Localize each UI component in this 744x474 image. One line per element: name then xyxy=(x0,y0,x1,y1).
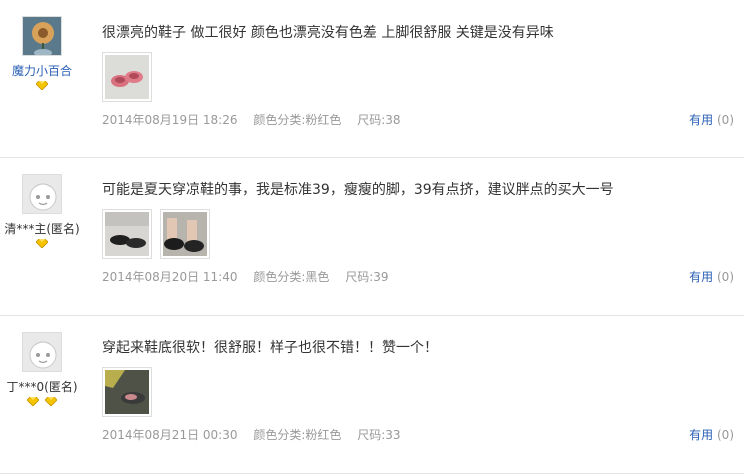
reviewer-name: 清***主(匿名) xyxy=(4,222,80,236)
useful-button[interactable]: 有用 xyxy=(689,113,713,127)
reviewer-level-badges xyxy=(0,397,84,409)
useful-vote: 有用 (0) xyxy=(689,426,734,443)
review-photos xyxy=(102,52,152,102)
review-text: 很漂亮的鞋子 做工很好 颜色也漂亮没有色差 上脚很舒服 关键是没有异味 xyxy=(102,25,554,41)
reviewer-info: 魔力小百合 xyxy=(0,16,84,93)
review-date: 2014年08月19日 18:26 xyxy=(102,113,238,127)
useful-vote: 有用 (0) xyxy=(689,111,734,128)
pink-shoes-photo xyxy=(105,55,149,99)
useful-count: (0) xyxy=(717,270,734,284)
default-avatar-icon xyxy=(23,175,61,213)
reviewer-level-badges xyxy=(0,81,84,93)
useful-vote: 有用 (0) xyxy=(689,268,734,285)
diamond-icon xyxy=(36,81,48,90)
reviewer-info: 丁***0(匿名) xyxy=(0,332,84,409)
review-size: 尺码:33 xyxy=(357,428,401,442)
review-color: 颜色分类:黑色 xyxy=(253,270,330,284)
review-photos xyxy=(102,209,210,259)
useful-count: (0) xyxy=(717,428,734,442)
diamond-icon xyxy=(26,397,39,406)
review-item: 魔力小百合 很漂亮的鞋子 做工很好 颜色也漂亮没有色差 上脚很舒服 关键是没有异… xyxy=(0,0,744,158)
avatar[interactable] xyxy=(22,174,62,214)
default-avatar-icon xyxy=(23,333,61,371)
reviewer-level-badges xyxy=(0,239,84,251)
useful-button[interactable]: 有用 xyxy=(689,270,713,284)
review-color: 颜色分类:粉红色 xyxy=(253,113,342,127)
review-text: 可能是夏天穿凉鞋的事，我是标准39，瘦瘦的脚，39有点挤，建议胖点的买大一号 xyxy=(102,182,614,198)
useful-button[interactable]: 有用 xyxy=(689,428,713,442)
avatar[interactable] xyxy=(22,332,62,372)
review-photo-thumbnail[interactable] xyxy=(160,209,210,259)
review-photo-thumbnail[interactable] xyxy=(102,209,152,259)
review-size: 尺码:39 xyxy=(345,270,389,284)
flower-avatar-image xyxy=(23,17,61,55)
review-photos xyxy=(102,367,152,417)
review-meta: 2014年08月21日 00:30 颜色分类:粉红色 尺码:33 xyxy=(102,426,413,443)
review-size: 尺码:38 xyxy=(357,113,401,127)
reviewer-name: 丁***0(匿名) xyxy=(6,380,78,394)
review-photo-thumbnail[interactable] xyxy=(102,52,152,102)
black-shoes-photo xyxy=(105,212,149,256)
review-photo-thumbnail[interactable] xyxy=(102,367,152,417)
review-color: 颜色分类:粉红色 xyxy=(253,428,342,442)
avatar[interactable] xyxy=(22,16,62,56)
reviewer-info: 清***主(匿名) xyxy=(0,174,84,251)
black-shoes-worn-photo xyxy=(163,212,207,256)
review-date: 2014年08月20日 11:40 xyxy=(102,270,238,284)
useful-count: (0) xyxy=(717,113,734,127)
reviewer-name[interactable]: 魔力小百合 xyxy=(0,62,84,79)
review-date: 2014年08月21日 00:30 xyxy=(102,428,238,442)
review-text: 穿起来鞋底很软！很舒服！样子也很不错！！赞一个！ xyxy=(102,340,438,356)
review-meta: 2014年08月19日 18:26 颜色分类:粉红色 尺码:38 xyxy=(102,111,413,128)
review-item: 丁***0(匿名) 穿起来鞋底很软！很舒服！样子也很不错！！赞一个！ 2014年… xyxy=(0,316,744,474)
review-item: 清***主(匿名) 可能是夏天穿凉鞋的事，我是标准39，瘦瘦的脚，39有点挤，建… xyxy=(0,158,744,316)
diamond-icon xyxy=(36,239,48,248)
shoe-on-floor-photo xyxy=(105,370,149,414)
diamond-icon xyxy=(45,397,58,406)
review-meta: 2014年08月20日 11:40 颜色分类:黑色 尺码:39 xyxy=(102,268,401,285)
